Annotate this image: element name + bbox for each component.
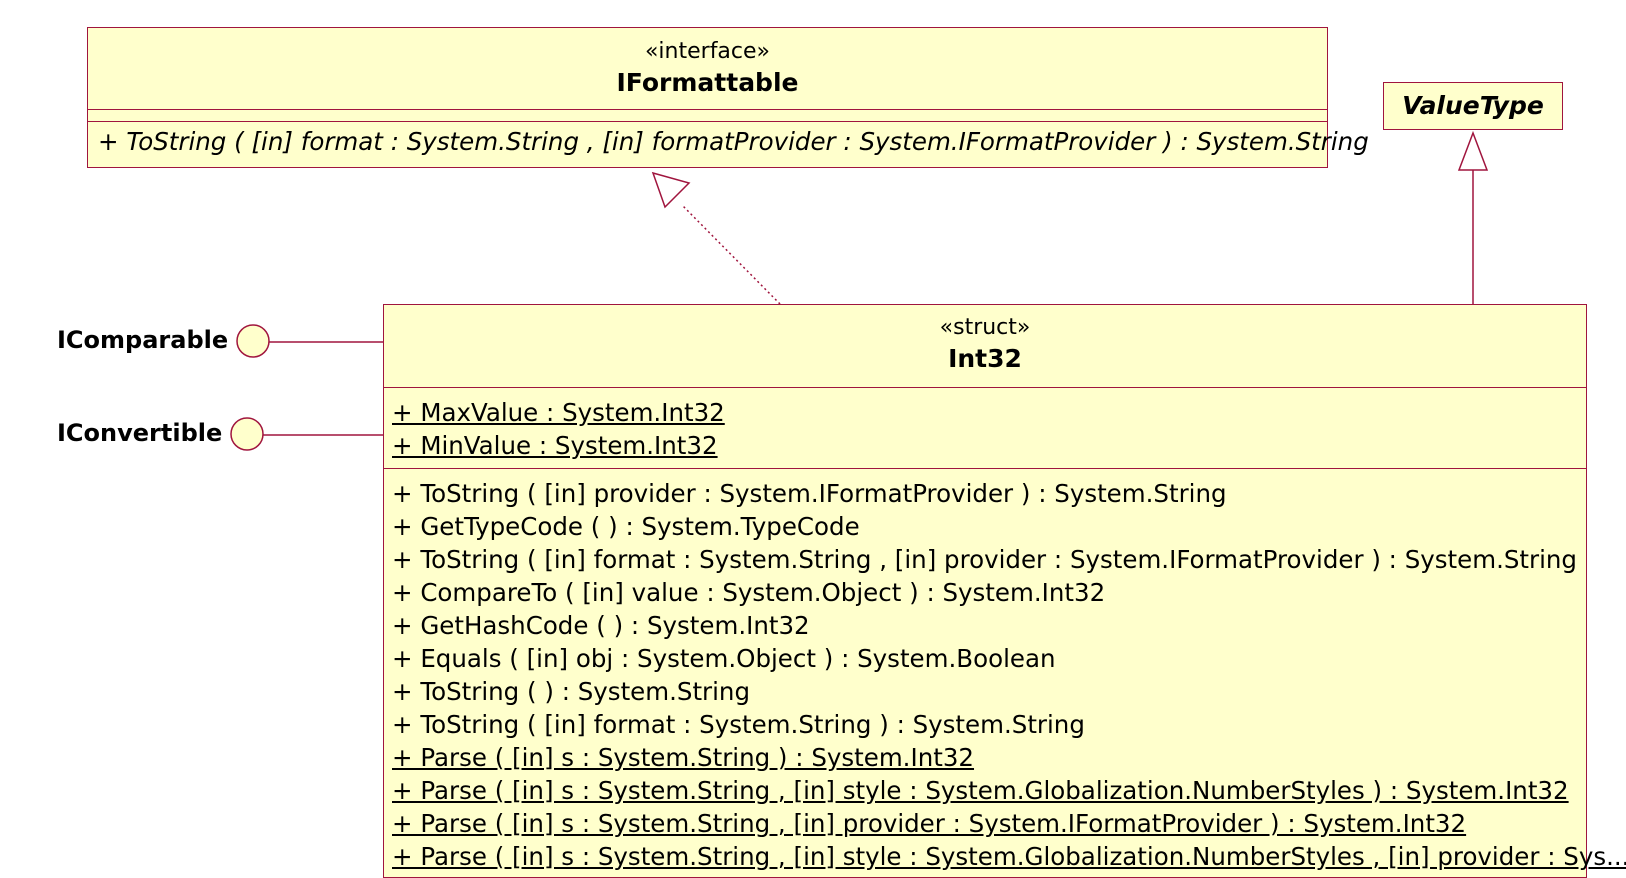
int32-class-box[interactable]: «struct» Int32 + MaxValue : System.Int32… — [383, 304, 1626, 878]
int32-operation-tostring-provider: + ToString ( [in] provider : System.IFor… — [392, 479, 1227, 508]
realization-arrowhead — [651, 171, 691, 209]
int32-operation-tostring: + ToString ( ) : System.String — [392, 677, 751, 706]
int32-operation-gettypecode: + GetTypeCode ( ) : System.TypeCode — [392, 512, 860, 541]
int32-operation-equals: + Equals ( [in] obj : System.Object ) : … — [392, 644, 1056, 673]
iconvertible-label: IConvertible — [57, 419, 223, 447]
int32-attribute-maxvalue: + MaxValue : System.Int32 — [392, 398, 725, 427]
int32-operation-parse-s-provider: + Parse ( [in] s : System.String , [in] … — [392, 809, 1467, 838]
realization-line-iformattable — [681, 204, 781, 305]
int32-attribute-minvalue: + MinValue : System.Int32 — [392, 431, 718, 460]
generalization-arrowhead — [1457, 130, 1489, 171]
lollipop-circle-iconvertible — [230, 417, 264, 451]
valuetype-name: ValueType — [1402, 91, 1544, 120]
valuetype-class-box[interactable]: ValueType — [1383, 82, 1563, 130]
iformattable-operations-compartment: + ToString ( [in] format : System.String… — [88, 122, 1369, 158]
int32-name: Int32 — [948, 344, 1022, 373]
int32-operation-parse-s-style: + Parse ( [in] s : System.String , [in] … — [392, 776, 1569, 805]
iformattable-stereotype: «interface» — [644, 39, 771, 64]
int32-operations-compartment: + ToString ( [in] provider : System.IFor… — [384, 469, 1626, 873]
iformattable-attributes-compartment — [88, 110, 1327, 122]
int32-operation-compareto: + CompareTo ( [in] value : System.Object… — [392, 578, 1106, 607]
int32-operation-tostring-format-provider: + ToString ( [in] format : System.String… — [392, 545, 1577, 574]
int32-header: «struct» Int32 — [384, 305, 1586, 388]
int32-operation-parse-s: + Parse ( [in] s : System.String ) : Sys… — [392, 743, 975, 772]
iformattable-name: IFormattable — [616, 68, 799, 97]
iformattable-class-box[interactable]: «interface» IFormattable + ToString ( [i… — [87, 27, 1369, 168]
int32-operation-parse-s-style-provider: + Parse ( [in] s : System.String , [in] … — [392, 842, 1626, 871]
int32-operation-gethashcode: + GetHashCode ( ) : System.Int32 — [392, 611, 810, 640]
iformattable-operation-0: + ToString ( [in] format : System.String… — [98, 127, 1369, 156]
int32-operation-tostring-format: + ToString ( [in] format : System.String… — [392, 710, 1085, 739]
int32-stereotype: «struct» — [939, 315, 1031, 340]
iformattable-header: «interface» IFormattable — [88, 28, 1327, 110]
icomparable-label: IComparable — [57, 326, 229, 354]
int32-attributes-compartment: + MaxValue : System.Int32 + MinValue : S… — [384, 388, 1586, 469]
lollipop-circle-icomparable — [236, 324, 270, 358]
